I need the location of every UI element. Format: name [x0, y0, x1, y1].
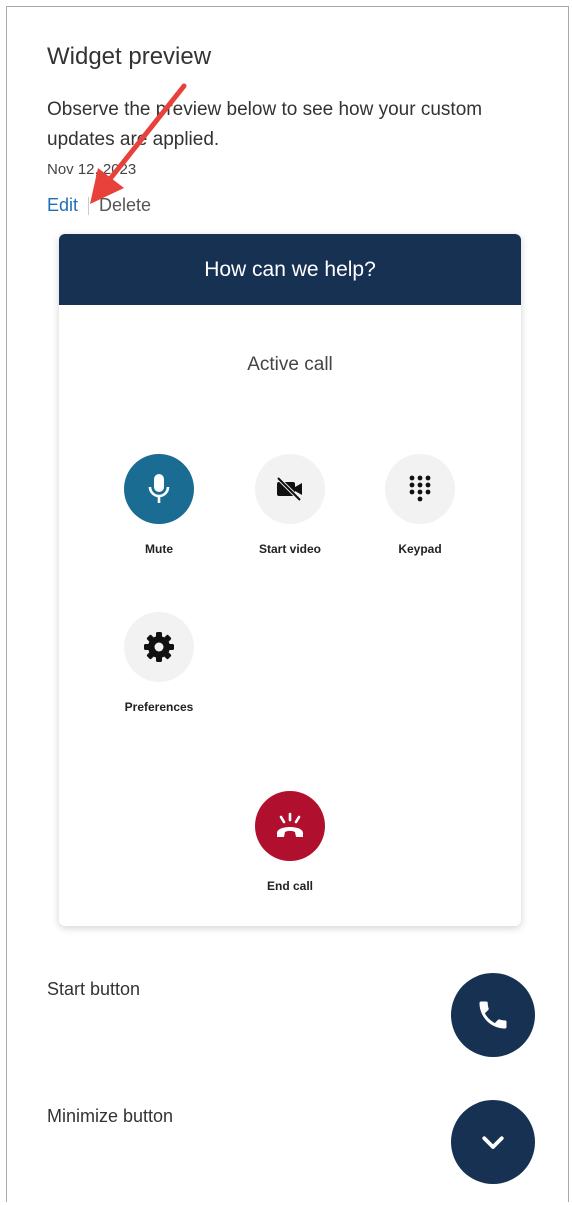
microphone-icon: [148, 474, 170, 503]
hang-up-icon: [277, 812, 303, 837]
start-video-label: Start video: [258, 542, 321, 556]
start-video-control: Start video: [230, 454, 350, 556]
mute-label: Mute: [145, 542, 173, 556]
end-call-button[interactable]: [255, 791, 325, 861]
minimize-button-label: Minimize button: [47, 1106, 174, 1126]
preferences-label: Preferences: [124, 700, 194, 714]
start-video-button[interactable]: [255, 454, 325, 524]
video-off-icon: [276, 476, 302, 502]
edit-link[interactable]: Edit: [47, 195, 78, 216]
gear-icon: [144, 632, 174, 662]
minimize-button[interactable]: [451, 1100, 535, 1184]
mute-button[interactable]: [124, 454, 194, 524]
end-call-control: End call: [230, 791, 350, 893]
preview-actions: Edit Delete: [47, 195, 151, 216]
widget-preview-panel: Widget preview Observe the preview below…: [6, 6, 569, 1202]
action-divider: [88, 196, 90, 215]
call-status: Active call: [247, 354, 333, 375]
phone-icon: [479, 1001, 507, 1029]
end-call-label: End call: [266, 879, 313, 893]
preferences-control: Preferences: [99, 612, 219, 714]
preview-date: Nov 12, 2023: [47, 161, 137, 178]
delete-link[interactable]: Delete: [99, 195, 151, 216]
keypad-icon: [409, 475, 431, 502]
chat-widget-preview: How can we help? Active call Mute Start …: [59, 234, 521, 926]
preview-description: Observe the preview below to see how you…: [47, 99, 483, 150]
widget-header: How can we help?: [59, 234, 521, 305]
chevron-down-icon: [482, 1136, 504, 1149]
page-title: Widget preview: [47, 43, 212, 70]
preferences-button[interactable]: [124, 612, 194, 682]
mute-control: Mute: [99, 454, 219, 556]
keypad-control: Keypad: [360, 454, 480, 556]
start-button[interactable]: [451, 973, 535, 1057]
start-button-label: Start button: [47, 979, 141, 999]
keypad-label: Keypad: [398, 542, 442, 556]
keypad-button[interactable]: [385, 454, 455, 524]
